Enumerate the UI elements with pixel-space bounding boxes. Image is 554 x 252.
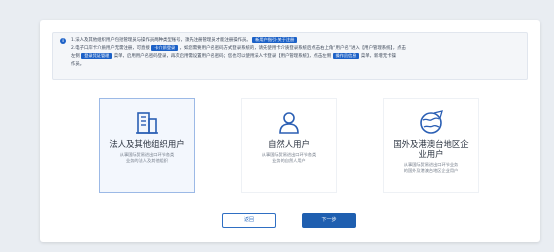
notice-line-4: 作员。 <box>71 61 521 69</box>
building-icon <box>136 112 158 134</box>
card-description: 从事国际贸易进出口环节各类业务的自然人用户 <box>261 152 317 163</box>
notice-text-2a: 2.电子口岸卡介质用户无需注册，可直接 <box>71 46 150 51</box>
card-natural-person[interactable]: 自然人用户 从事国际贸易进出口环节各类业务的自然人用户 <box>241 98 337 193</box>
card-description: 从事国际贸易进出口环节各类业务的法人及其他组织 <box>119 152 175 163</box>
info-icon: i <box>60 38 66 44</box>
notice-text-3a: 左侧 <box>71 54 80 59</box>
login-credential-link[interactable]: 登录凭证管理 <box>81 53 113 59</box>
new-user-guide-link[interactable]: 新用户指引·关于注册 <box>252 37 298 43</box>
next-step-button[interactable]: 下一步 <box>302 213 356 228</box>
operator-info-link[interactable]: 操作员信息 <box>332 53 360 59</box>
card-foreign-enterprise[interactable]: 国外及港澳台地区企业用户 从事国际贸易进出口环节业务的国外及港澳台地区企业用户 <box>383 98 479 193</box>
globe-plane-icon <box>420 110 443 134</box>
back-button[interactable]: 返回 <box>222 213 276 228</box>
card-description: 从事国际贸易进出口环节业务的国外及港澳台地区企业用户 <box>403 162 459 173</box>
card-title: 自然人用户 <box>268 139 310 149</box>
user-type-cards: 法人及其他组织用户 从事国际贸易进出口环节各类业务的法人及其他组织 自然人用户 … <box>40 98 540 193</box>
notice-text-2b: ，如您需要用户名密码方式登录系统的，请先使用卡介质登录系统后点击右上角“用户名”… <box>179 46 406 51</box>
card-title: 法人及其他组织用户 <box>109 139 185 149</box>
registration-panel: i 1.法人及其他组织用户包括管理员与操作员两种类型账号，须先注册管理员才能注册… <box>40 20 540 242</box>
notice-text-3b: 菜单，启用用户名密码登录，再次启用需设置用户名密码；您也可以使用法人卡登录【用户… <box>113 54 332 59</box>
notice-text-4: 作员。 <box>71 62 85 67</box>
person-icon <box>279 112 299 134</box>
notice-line-3: 左侧 登录凭证管理 菜单，启用用户名密码登录，再次启用需设置用户名密码；您也可以… <box>71 53 521 61</box>
notice-text-1: 1.法人及其他组织用户包括管理员与操作员两种类型账号，须先注册管理员才能注册操作… <box>71 38 251 43</box>
notice-box: i 1.法人及其他组织用户包括管理员与操作员两种类型账号，须先注册管理员才能注册… <box>52 32 528 80</box>
notice-text-3c: 菜单，新增无卡操 <box>360 54 396 59</box>
notice-line-2: 2.电子口岸卡介质用户无需注册，可直接 卡介质登录 ，如您需要用户名密码方式登录… <box>71 45 521 53</box>
card-title: 国外及港澳台地区企业用户 <box>393 139 469 159</box>
card-login-link[interactable]: 卡介质登录 <box>151 45 179 51</box>
card-legal-entity[interactable]: 法人及其他组织用户 从事国际贸易进出口环节各类业务的法人及其他组织 <box>99 98 195 193</box>
notice-line-1: 1.法人及其他组织用户包括管理员与操作员两种类型账号，须先注册管理员才能注册操作… <box>71 37 521 45</box>
